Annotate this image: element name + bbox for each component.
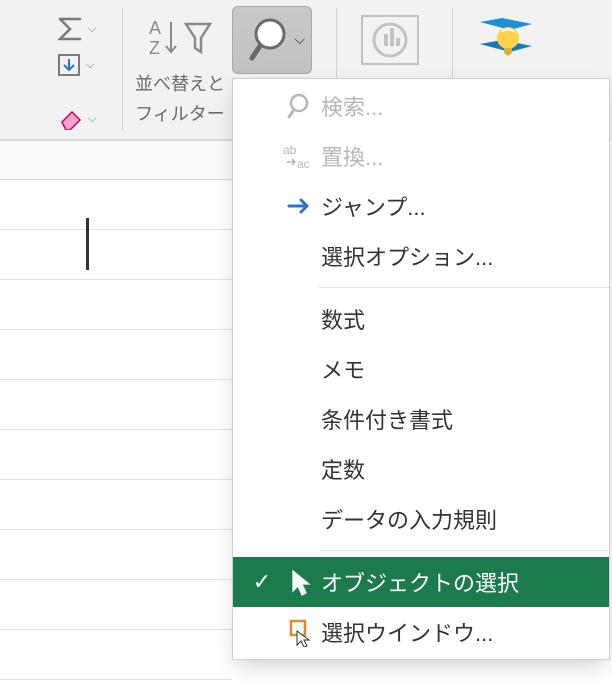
chevron-down-icon: ⌵ bbox=[294, 31, 305, 48]
menu-item: abac置換... bbox=[233, 131, 609, 181]
divider bbox=[122, 8, 123, 131]
sort-filter-label-2: フィルター bbox=[126, 102, 234, 126]
ideas-button[interactable] bbox=[476, 12, 536, 68]
analysis-chart-icon bbox=[358, 12, 422, 68]
search-icon bbox=[279, 91, 321, 121]
data-analysis-button[interactable] bbox=[358, 12, 422, 68]
menu-item-label: 条件付き書式 bbox=[321, 403, 593, 435]
svg-text:A: A bbox=[149, 18, 161, 38]
menu-item-label: 検索... bbox=[321, 90, 593, 122]
menu-item[interactable]: メモ bbox=[233, 344, 609, 394]
lightbulb-icon bbox=[476, 12, 536, 68]
menu-item-label: 選択ウインドウ... bbox=[321, 616, 593, 648]
clear-button[interactable]: ⌵ bbox=[52, 104, 100, 134]
menu-item-label: データの入力規則 bbox=[321, 503, 593, 535]
autosum-group: ⌵ ⌵ bbox=[52, 14, 100, 80]
menu-item[interactable]: 条件付き書式 bbox=[233, 394, 609, 444]
chevron-down-icon: ⌵ bbox=[88, 23, 96, 36]
menu-item[interactable]: 定数 bbox=[233, 444, 609, 494]
eraser-icon bbox=[56, 108, 84, 130]
menu-item[interactable]: ジャンプ... bbox=[233, 181, 609, 231]
menu-item-label: メモ bbox=[321, 353, 593, 385]
checkmark-icon: ✓ bbox=[245, 569, 279, 595]
svg-text:ab: ab bbox=[283, 143, 297, 157]
menu-item: 検索... bbox=[233, 81, 609, 131]
cell-cursor bbox=[86, 218, 89, 270]
find-select-button[interactable]: ⌵ bbox=[232, 6, 312, 74]
menu-item[interactable]: データの入力規則 bbox=[233, 494, 609, 544]
sigma-icon bbox=[56, 16, 84, 42]
sort-filter-button[interactable]: AZ 並べ替えと フィルター bbox=[126, 10, 234, 126]
menu-item[interactable]: ✓ オブジェクトの選択 bbox=[233, 557, 609, 607]
selpane-icon bbox=[279, 617, 321, 647]
fill-down-icon bbox=[56, 52, 82, 78]
jump-icon bbox=[279, 195, 321, 217]
replace-icon: abac bbox=[279, 142, 321, 170]
find-select-menu: 検索...abac置換...ジャンプ...選択オプション...数式メモ条件付き書… bbox=[232, 78, 610, 660]
fill-button[interactable]: ⌵ bbox=[52, 50, 100, 80]
menu-separator bbox=[319, 550, 609, 551]
menu-item-label: ジャンプ... bbox=[321, 190, 593, 222]
chevron-down-icon: ⌵ bbox=[86, 59, 94, 72]
sort-icon: AZ bbox=[147, 16, 181, 60]
menu-item-label: 置換... bbox=[321, 140, 593, 172]
magnifier-icon bbox=[246, 14, 298, 66]
svg-text:ac: ac bbox=[297, 157, 310, 170]
menu-item[interactable]: 選択オプション... bbox=[233, 231, 609, 281]
menu-item-label: オブジェクトの選択 bbox=[321, 566, 593, 598]
sort-filter-label-1: 並べ替えと bbox=[126, 72, 234, 96]
chevron-down-icon: ⌵ bbox=[88, 113, 96, 126]
menu-item[interactable]: 数式 bbox=[233, 294, 609, 344]
filter-icon bbox=[183, 16, 213, 60]
autosum-button[interactable]: ⌵ bbox=[52, 14, 100, 44]
menu-item-label: 定数 bbox=[321, 453, 593, 485]
menu-separator bbox=[319, 287, 609, 288]
worksheet-grid[interactable] bbox=[0, 140, 232, 688]
pointer-icon bbox=[279, 567, 321, 597]
menu-item[interactable]: 選択ウインドウ... bbox=[233, 607, 609, 657]
svg-text:Z: Z bbox=[149, 38, 160, 58]
menu-item-label: 数式 bbox=[321, 303, 593, 335]
menu-item-label: 選択オプション... bbox=[321, 240, 593, 272]
